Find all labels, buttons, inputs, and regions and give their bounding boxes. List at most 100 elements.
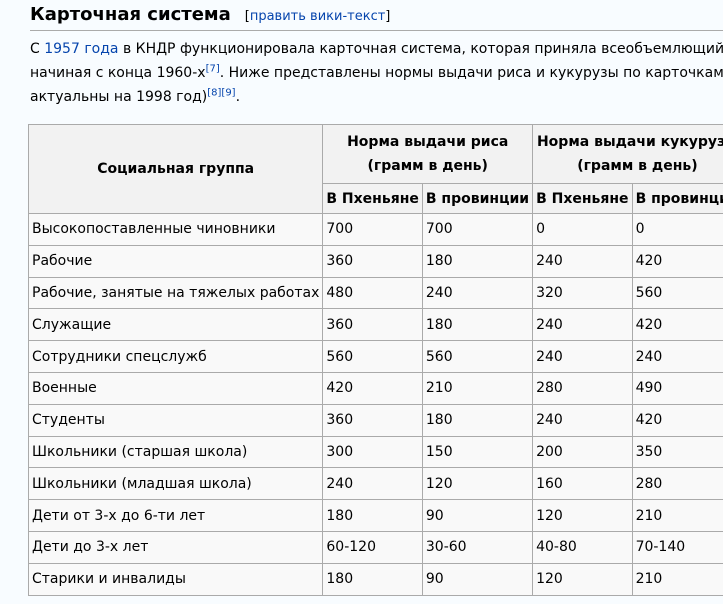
- subheader-corn-province: В провинции: [631, 183, 723, 214]
- corn-pyongyang-cell: 240: [532, 403, 633, 437]
- rice-pyongyang-cell: 60-120: [322, 530, 423, 564]
- section-title: Карточная система: [30, 4, 231, 25]
- rice-province-cell: 150: [421, 435, 534, 469]
- corn-pyongyang-cell: 120: [532, 562, 633, 596]
- rice-province-cell: 90: [421, 562, 534, 596]
- rice-province-cell: 90: [421, 499, 534, 532]
- group-name-cell: Студенты: [27, 403, 324, 437]
- header-corn-norm: Норма выдачи кукурузы (грамм в день): [532, 124, 723, 184]
- corn-pyongyang-cell: 120: [532, 499, 633, 532]
- group-name-cell: Дети от 3-х до 6-ти лет: [27, 499, 324, 532]
- rice-province-cell: 120: [421, 467, 534, 501]
- rice-province-cell: 240: [421, 276, 534, 310]
- corn-pyongyang-cell: 200: [532, 435, 633, 469]
- rice-pyongyang-cell: 560: [322, 340, 423, 373]
- corn-pyongyang-cell: 0: [532, 213, 633, 246]
- group-name-cell: Военные: [27, 371, 324, 405]
- group-name-cell: Школьники (старшая школа): [27, 435, 324, 469]
- header-corn-line1: Норма выдачи кукурузы: [536, 134, 723, 150]
- corn-province-cell: 560: [631, 276, 723, 310]
- group-name-cell: Рабочие, занятые на тяжелых работах: [27, 276, 324, 310]
- group-name-cell: Рабочие: [27, 244, 324, 278]
- intro-paragraph: С 1957 года в КНДР функционировала карто…: [30, 37, 723, 109]
- corn-pyongyang-cell: 240: [532, 244, 633, 278]
- corn-province-cell: 210: [631, 562, 723, 596]
- intro-text: .: [235, 89, 241, 105]
- corn-pyongyang-cell: 240: [532, 308, 633, 342]
- rice-pyongyang-cell: 180: [322, 562, 423, 596]
- subheader-rice-pyongyang: В Пхеньяне: [322, 183, 423, 214]
- table-row: Школьники (старшая школа) 300 150 200 350: [27, 435, 723, 469]
- corn-province-cell: 280: [631, 467, 723, 501]
- rice-pyongyang-cell: 240: [322, 467, 423, 501]
- rationing-table: Социальная группа Норма выдачи риса (гра…: [27, 124, 723, 596]
- year-1957-link[interactable]: 1957 года: [44, 41, 118, 57]
- rice-pyongyang-cell: 700: [322, 213, 423, 246]
- rice-pyongyang-cell: 360: [322, 244, 423, 278]
- reference-8-link[interactable]: [8]: [207, 87, 221, 98]
- section-heading: Карточная система [править вики-текст]: [30, 4, 390, 25]
- corn-pyongyang-cell: 240: [532, 340, 633, 373]
- rice-pyongyang-cell: 300: [322, 435, 423, 469]
- intro-text: в КНДР функционировала карточная система…: [118, 41, 723, 57]
- rice-province-cell: 700: [421, 213, 534, 246]
- corn-province-cell: 420: [631, 308, 723, 342]
- table-row: Военные 420 210 280 490: [27, 371, 723, 405]
- table-row: Рабочие, занятые на тяжелых работах 480 24…: [27, 276, 723, 310]
- edit-section: [править вики-текст]: [245, 9, 391, 24]
- table-row: Школьники (младшая школа) 240 120 160 280: [27, 467, 723, 501]
- intro-line-2: начиная с конца 1960-х[7]. Ниже представ…: [30, 61, 723, 85]
- group-name-cell: Высокопоставленные чиновники: [27, 213, 324, 246]
- corn-province-cell: 350: [631, 435, 723, 469]
- corn-province-cell: 420: [631, 403, 723, 437]
- group-name-cell: Старики и инвалиды: [27, 562, 324, 596]
- table-row: Сотрудники спецслужб 560 560 240 240: [27, 340, 723, 373]
- header-social-group: Социальная группа: [27, 124, 324, 214]
- intro-line-3: актуальны на 1998 год)[8][9].: [30, 85, 723, 109]
- table-row: Рабочие 360 180 240 420: [27, 244, 723, 278]
- subheader-corn-pyongyang: В Пхеньяне: [532, 183, 633, 214]
- corn-pyongyang-cell: 160: [532, 467, 633, 501]
- group-name-cell: Школьники (младшая школа): [27, 467, 324, 501]
- group-name-cell: Служащие: [27, 308, 324, 342]
- rice-province-cell: 560: [421, 340, 534, 373]
- subheader-rice-province: В провинции: [421, 183, 534, 214]
- edit-bracket-close: ]: [385, 9, 391, 24]
- rice-pyongyang-cell: 420: [322, 371, 423, 405]
- header-rice-line2: (грамм в день): [367, 158, 488, 174]
- table-row: Дети от 3-х до 6-ти лет 180 90 120 210: [27, 499, 723, 532]
- rice-province-cell: 180: [421, 403, 534, 437]
- rice-pyongyang-cell: 180: [322, 499, 423, 532]
- rice-province-cell: 30-60: [421, 530, 534, 564]
- table-row: Служащие 360 180 240 420: [27, 308, 723, 342]
- corn-province-cell: 420: [631, 244, 723, 278]
- rice-province-cell: 180: [421, 308, 534, 342]
- table-row: Старики и инвалиды 180 90 120 210: [27, 562, 723, 596]
- header-rice-norm: Норма выдачи риса (грамм в день): [322, 124, 534, 184]
- corn-province-cell: 210: [631, 499, 723, 532]
- header-rice-line1: Норма выдачи риса: [347, 134, 509, 150]
- header-corn-line2: (грамм в день): [577, 158, 698, 174]
- corn-province-cell: 70-140: [631, 530, 723, 564]
- rice-province-cell: 180: [421, 244, 534, 278]
- table-row: Высокопоставленные чиновники 700 700 0 0: [27, 213, 723, 246]
- corn-province-cell: 240: [631, 340, 723, 373]
- reference-9-link[interactable]: [9]: [221, 87, 235, 98]
- intro-line-1: С 1957 года в КНДР функционировала карто…: [30, 37, 723, 61]
- rice-pyongyang-cell: 360: [322, 308, 423, 342]
- rice-pyongyang-cell: 480: [322, 276, 423, 310]
- corn-province-cell: 0: [631, 213, 723, 246]
- corn-province-cell: 490: [631, 371, 723, 405]
- rice-pyongyang-cell: 360: [322, 403, 423, 437]
- reference-7-link[interactable]: [7]: [206, 63, 220, 74]
- intro-text: . Ниже представлены нормы выдачи риса и …: [219, 65, 723, 81]
- table-row: Дети до 3-х лет 60-120 30-60 40-80 70-140: [27, 530, 723, 564]
- group-name-cell: Сотрудники спецслужб: [27, 340, 324, 373]
- intro-text: актуальны на 1998 год): [30, 89, 208, 105]
- group-name-cell: Дети до 3-х лет: [27, 530, 324, 564]
- edit-wikitext-link[interactable]: править вики-текст: [250, 9, 385, 24]
- corn-pyongyang-cell: 320: [532, 276, 633, 310]
- intro-text: начиная с конца 1960-х: [30, 65, 206, 81]
- table-row: Студенты 360 180 240 420: [27, 403, 723, 437]
- corn-pyongyang-cell: 40-80: [532, 530, 633, 564]
